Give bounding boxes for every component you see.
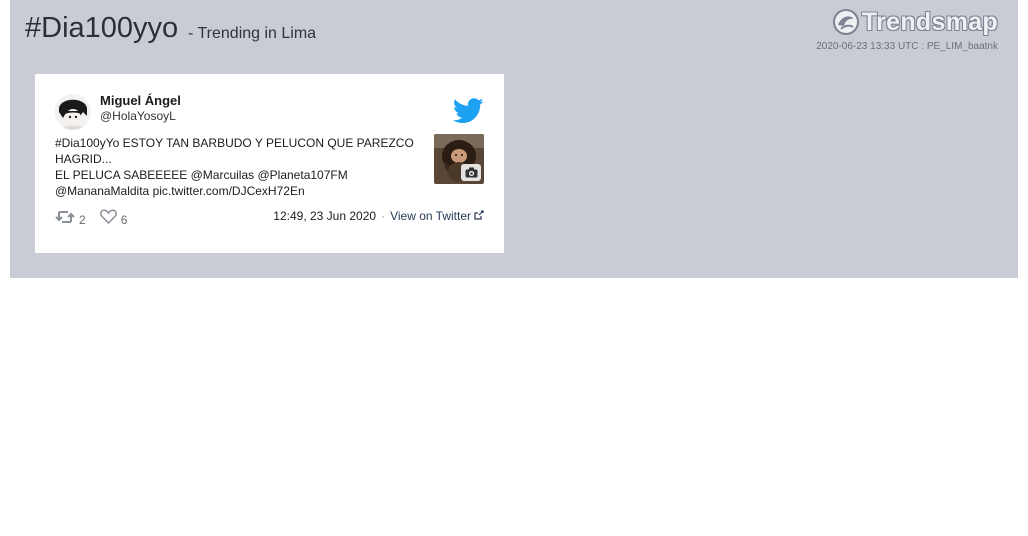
- tweet-timestamp[interactable]: 12:49, 23 Jun 2020: [273, 209, 376, 223]
- view-on-twitter-link[interactable]: View on Twitter: [390, 209, 484, 223]
- user-name[interactable]: Miguel Ángel: [100, 93, 181, 108]
- tweet-card: Miguel Ángel @HolaYosoyL #Dia100yYo ESTO…: [35, 74, 504, 253]
- tweet-meta: 12:49, 23 Jun 2020 · View on Twitter: [273, 209, 484, 223]
- like-action[interactable]: 6: [99, 209, 128, 227]
- trendsmap-logo-icon: [832, 8, 860, 36]
- like-count: 6: [120, 212, 128, 227]
- twitter-bird-icon[interactable]: [452, 98, 484, 129]
- trend-hashtag[interactable]: #Dia100yyo: [25, 12, 178, 45]
- tweet-text: #Dia100yYo ESTOY TAN BARBUDO Y PELUCON Q…: [55, 135, 420, 199]
- trendsmap-logo-text: Trendsmap: [861, 7, 998, 36]
- heart-icon: [99, 209, 117, 227]
- tweet-text-line: @MananaMaldita pic.twitter.com/DJCexH72E…: [55, 184, 305, 198]
- tweet-media-thumbnail[interactable]: [434, 134, 484, 184]
- retweet-action[interactable]: 2: [55, 210, 86, 227]
- external-link-icon: [474, 209, 484, 223]
- retweet-icon: [55, 210, 75, 227]
- tweet-text-line: #Dia100yYo ESTOY TAN BARBUDO Y PELUCON Q…: [55, 136, 414, 150]
- trendsmap-logo[interactable]: Trendsmap: [832, 6, 998, 38]
- trend-location: - Trending in Lima: [188, 25, 317, 42]
- tweet-text-line: HAGRID...: [55, 152, 112, 166]
- retweet-count: 2: [79, 212, 86, 227]
- user-handle[interactable]: @HolaYosoyL: [100, 109, 176, 123]
- trend-panel: #Dia100yyo - Trending in Lima Trendsmap …: [10, 0, 1018, 278]
- snapshot-timestamp: 2020-06-23 13:33 UTC : PE_LIM_baatnk: [816, 41, 998, 52]
- view-on-twitter-label: View on Twitter: [390, 209, 471, 223]
- tweet-text-line: EL PELUCA SABEEEEE @Marcuilas @Planeta10…: [55, 168, 348, 182]
- avatar[interactable]: [55, 94, 91, 130]
- camera-icon: [461, 164, 481, 181]
- tweet-actions: 2 6: [55, 209, 141, 227]
- meta-separator: ·: [381, 209, 386, 223]
